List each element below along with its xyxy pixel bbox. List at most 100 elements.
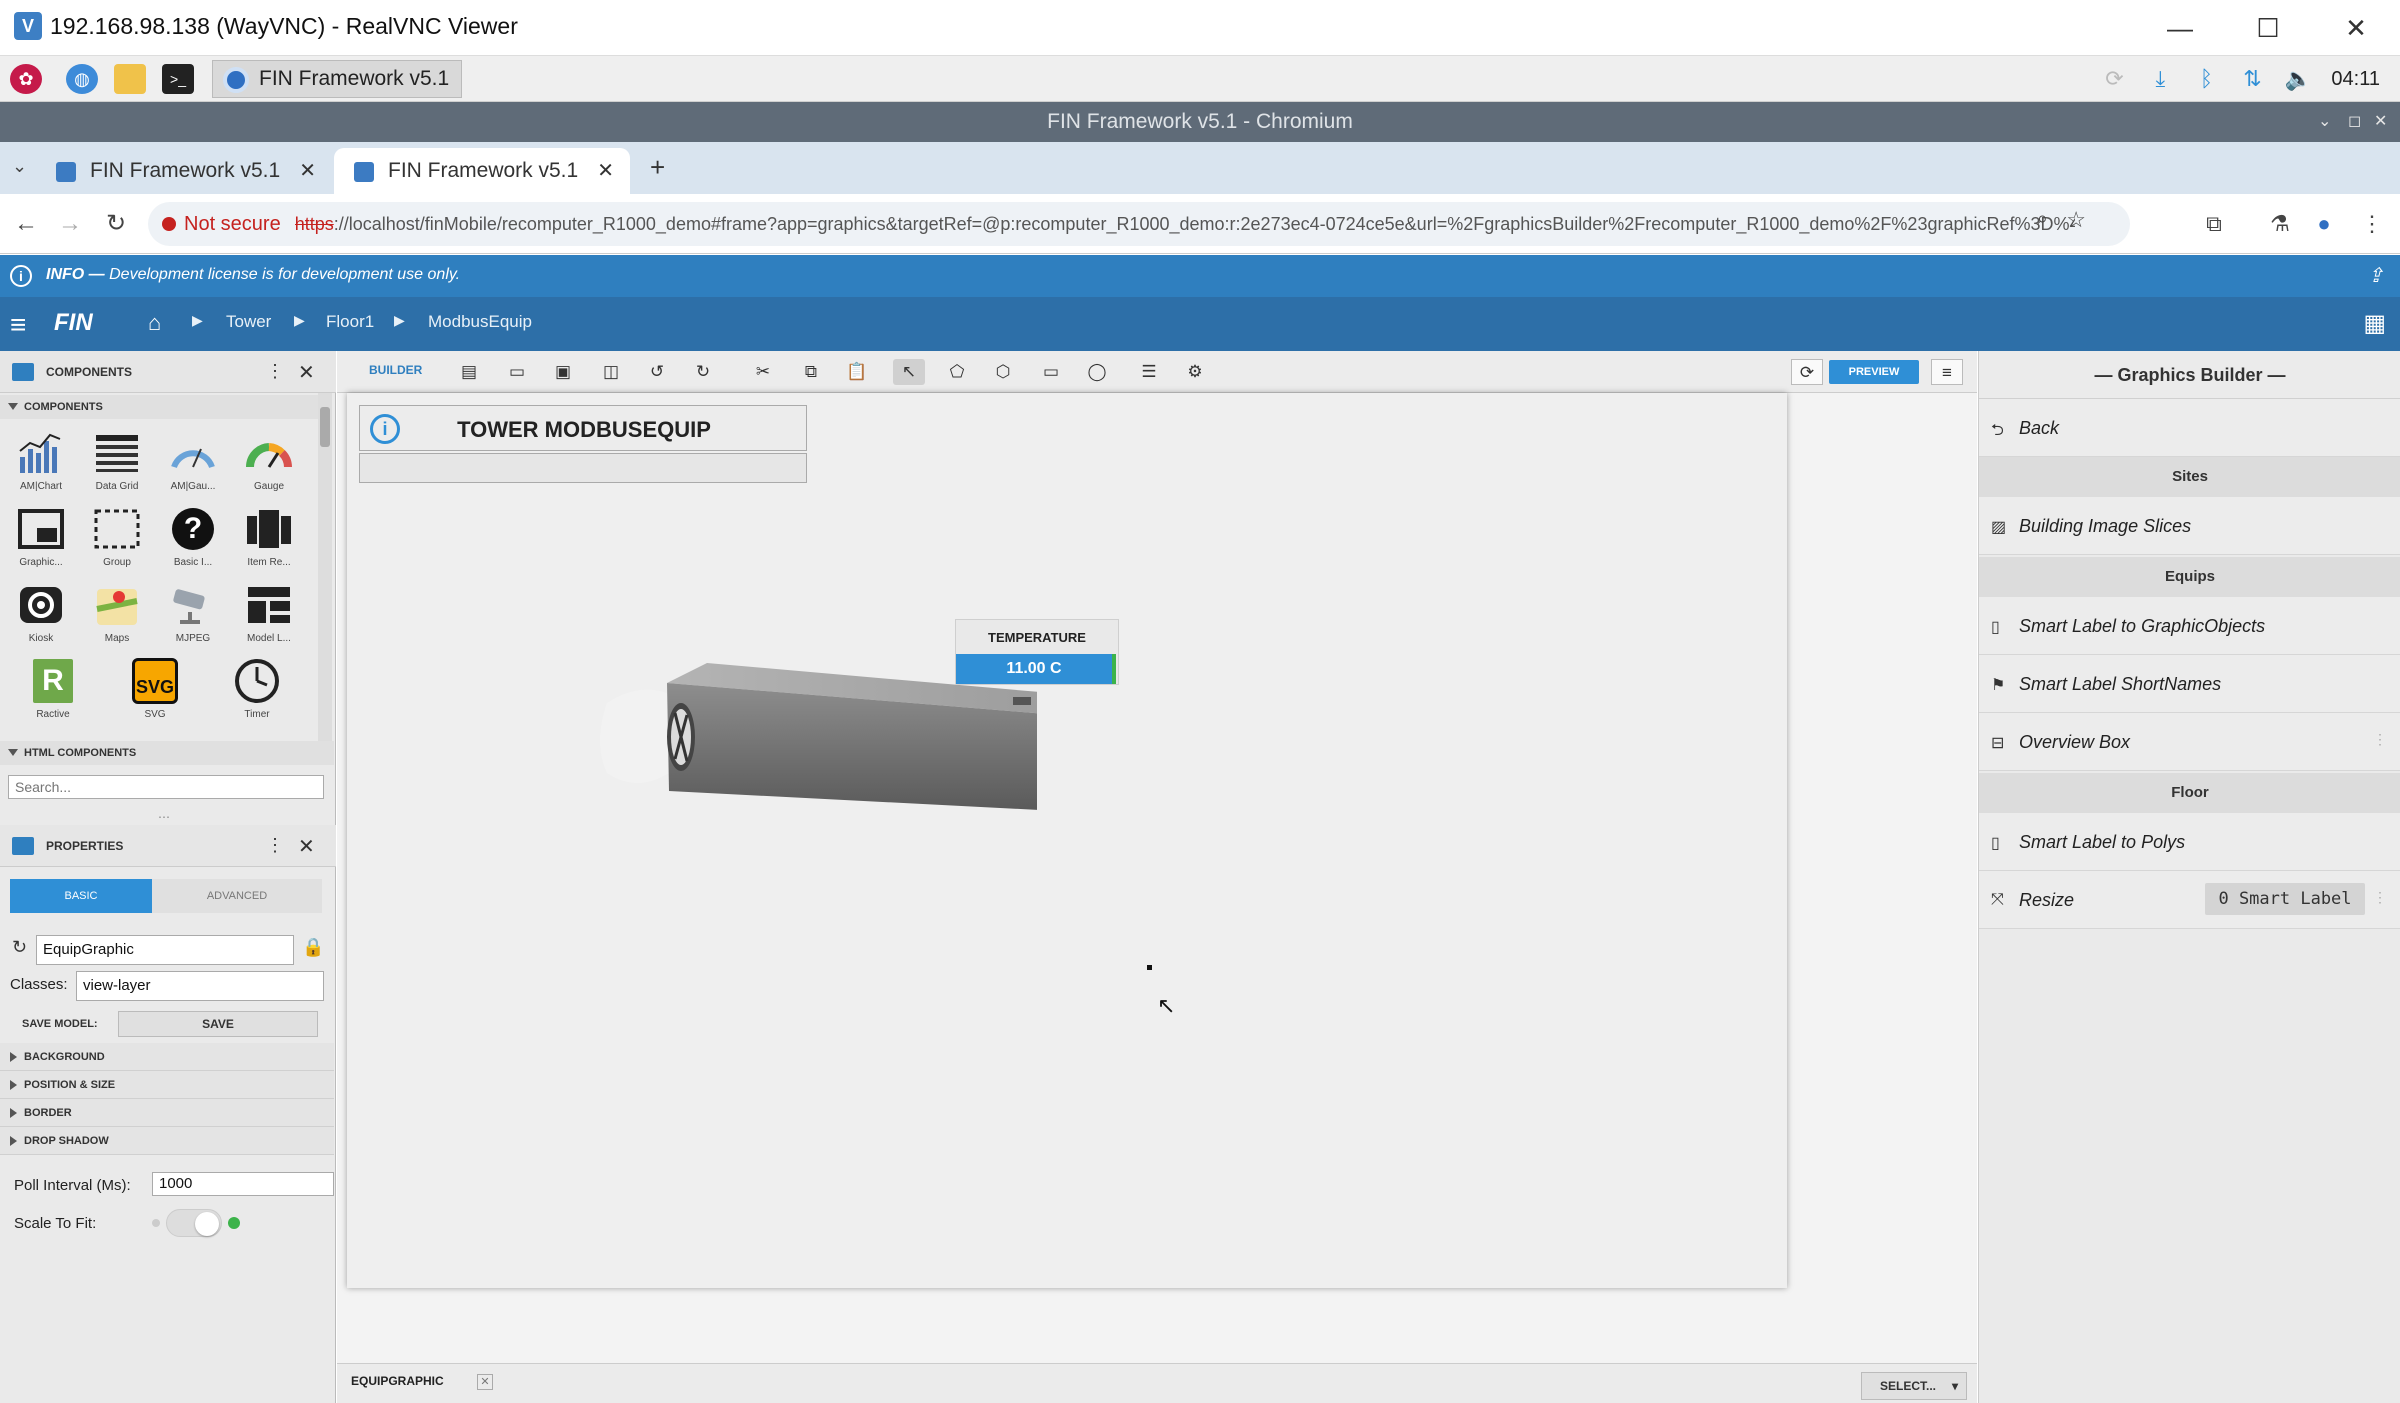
drag-handle-icon[interactable]: ⋮ xyxy=(2373,889,2387,906)
builder-menu-icon[interactable]: ≡ xyxy=(1931,359,1963,385)
component-maps[interactable]: Maps xyxy=(82,579,152,653)
browser-globe-icon[interactable]: ◍ xyxy=(66,64,98,94)
component-group[interactable]: Group xyxy=(82,503,152,577)
terminal-icon[interactable]: >_ xyxy=(162,64,194,94)
tab-search-chevron-icon[interactable]: ⌄ xyxy=(12,156,27,177)
select-dropdown[interactable]: SELECT... ▾ xyxy=(1861,1372,1967,1400)
circle-tool-icon[interactable]: ◯ xyxy=(1081,359,1113,385)
undo-icon[interactable]: ↺ xyxy=(641,359,673,385)
components-section-header[interactable]: COMPONENTS xyxy=(0,395,320,419)
close-tab-icon[interactable]: ✕ xyxy=(477,1374,493,1390)
equipgraphic-tab[interactable]: EQUIPGRAPHIC xyxy=(351,1374,444,1388)
app-grid-icon[interactable]: ▦ xyxy=(2363,309,2386,338)
breadcrumb-modbusequip[interactable]: ModbusEquip xyxy=(428,312,532,332)
browser-tab-1[interactable]: FIN Framework v5.1 ✕ xyxy=(36,148,332,194)
bluetooth-icon[interactable]: ᛒ xyxy=(2189,56,2223,102)
maximize-button[interactable]: ☐ xyxy=(2238,10,2298,46)
panel-close-icon[interactable]: ✕ xyxy=(298,360,315,385)
copy-icon[interactable]: ⧉ xyxy=(795,359,827,385)
component-mjpeg[interactable]: MJPEG xyxy=(158,579,228,653)
new-file-icon[interactable]: ▤ xyxy=(453,359,485,385)
open-folder-icon[interactable]: ▭ xyxy=(501,359,533,385)
polygon-tool-icon[interactable]: ⬠ xyxy=(941,359,973,385)
back-arrow-icon[interactable]: ← xyxy=(8,206,44,242)
refresh-preview-icon[interactable]: ⟳ xyxy=(1791,359,1823,385)
reload-icon[interactable]: ↻ xyxy=(98,206,134,242)
new-tab-icon[interactable]: + xyxy=(650,152,665,183)
smart-label-graphicobjects-item[interactable]: ▯ Smart Label to GraphicObjects xyxy=(1979,597,2400,655)
url-text[interactable]: https://localhost/finMobile/recomputer_R… xyxy=(295,214,2075,235)
lock-icon[interactable]: 🔒 xyxy=(302,937,324,958)
not-secure-indicator[interactable]: Not secure xyxy=(162,213,281,236)
zoom-icon[interactable]: ⌕ xyxy=(2037,208,2048,231)
section-position-size[interactable]: POSITION & SIZE xyxy=(0,1071,334,1099)
breadcrumb-tower[interactable]: Tower xyxy=(226,312,271,332)
section-border[interactable]: BORDER xyxy=(0,1099,334,1127)
component-amchart[interactable]: AM|Chart xyxy=(6,427,76,501)
section-background[interactable]: BACKGROUND xyxy=(0,1043,334,1071)
browser-menu-icon[interactable]: ⋮ xyxy=(2354,206,2390,242)
refresh-icon[interactable]: ↻ xyxy=(12,937,27,958)
component-item-repeater[interactable]: Item Re... xyxy=(234,503,304,577)
address-bar[interactable]: Not secure https://localhost/finMobile/r… xyxy=(148,202,2130,246)
breadcrumb-floor1[interactable]: Floor1 xyxy=(326,312,374,332)
tab-basic[interactable]: BASIC xyxy=(10,879,152,913)
fin-logo[interactable]: FIN xyxy=(54,309,124,337)
bookmark-star-icon[interactable]: ☆ xyxy=(2066,207,2086,233)
paste-icon[interactable]: 📋 xyxy=(841,359,873,385)
equip-header-box[interactable]: i TOWER MODBUSEQUIP xyxy=(359,405,807,451)
building-image-slices-item[interactable]: ▨ Building Image Slices xyxy=(1979,497,2400,555)
panel-close-icon[interactable]: ✕ xyxy=(298,834,315,859)
component-basic-input[interactable]: ? Basic I... xyxy=(158,503,228,577)
drag-handle-icon[interactable]: ⋮ xyxy=(2373,731,2387,748)
extensions-icon[interactable]: ⧉ xyxy=(2196,206,2232,242)
minimize-button[interactable]: — xyxy=(2150,10,2210,46)
panel-more-icon[interactable]: ⋮ xyxy=(266,361,284,382)
raspberry-menu-icon[interactable]: ✿ xyxy=(10,64,42,94)
home-icon[interactable]: ⌂ xyxy=(148,310,161,336)
resize-item[interactable]: ⤧ Resize 0 Smart Label ⋮ xyxy=(1979,871,2400,929)
rectangle-tool-icon[interactable]: ▭ xyxy=(1035,359,1067,385)
scrollbar-thumb[interactable] xyxy=(320,407,330,447)
name-field[interactable]: EquipGraphic xyxy=(36,935,294,965)
component-amgauge[interactable]: AM|Gau... xyxy=(158,427,228,501)
component-timer[interactable]: Timer xyxy=(222,655,292,729)
hamburger-menu-icon[interactable]: ≡ xyxy=(10,309,26,341)
volume-icon[interactable]: 🔈 xyxy=(2281,56,2315,102)
component-model-layout[interactable]: Model L... xyxy=(234,579,304,653)
preview-button[interactable]: PREVIEW xyxy=(1829,360,1919,384)
html-components-section-header[interactable]: HTML COMPONENTS xyxy=(0,741,334,765)
download-icon[interactable]: ⤓ xyxy=(2143,56,2177,102)
panel-resize-handle[interactable]: ⋯ xyxy=(158,810,170,824)
temperature-smart-label[interactable]: TEMPERATURE 11.00 C xyxy=(955,619,1119,685)
chromium-minimize-icon[interactable]: ⌄ xyxy=(2318,102,2331,142)
select-pointer-icon[interactable]: ↖ xyxy=(893,359,925,385)
save-button[interactable]: SAVE xyxy=(118,1011,318,1037)
browser-tab-2-active[interactable]: FIN Framework v5.1 ✕ xyxy=(334,148,630,194)
component-kiosk[interactable]: Kiosk xyxy=(6,579,76,653)
section-drop-shadow[interactable]: DROP SHADOW xyxy=(0,1127,334,1155)
chromium-maximize-icon[interactable]: ◻ xyxy=(2348,102,2361,142)
components-scrollbar[interactable] xyxy=(318,393,332,753)
file-manager-icon[interactable] xyxy=(114,64,146,94)
cut-icon[interactable]: ✂ xyxy=(747,359,779,385)
component-svg[interactable]: SVG SVG xyxy=(120,655,190,729)
component-search-input[interactable] xyxy=(8,775,324,799)
redo-icon[interactable]: ↻ xyxy=(687,359,719,385)
sync-icon[interactable]: ⟳ xyxy=(2097,56,2131,102)
close-button[interactable]: ✕ xyxy=(2326,10,2386,46)
smart-label-shortnames-item[interactable]: ⚑ Smart Label ShortNames xyxy=(1979,655,2400,713)
labs-flask-icon[interactable]: ⚗ xyxy=(2262,206,2298,242)
component-graphic[interactable]: Graphic... xyxy=(6,503,76,577)
shape-tool-icon[interactable]: ⬡ xyxy=(987,359,1019,385)
chromium-close-icon[interactable]: ✕ xyxy=(2374,102,2387,142)
share-icon[interactable]: ⇪ xyxy=(2367,263,2384,288)
tab-close-icon[interactable]: ✕ xyxy=(597,148,614,194)
poll-interval-input[interactable]: 1000 xyxy=(152,1172,334,1196)
component-gauge[interactable]: Gauge xyxy=(234,427,304,501)
tab-advanced[interactable]: ADVANCED xyxy=(152,879,322,913)
overview-box-item[interactable]: ⊟ Overview Box ⋮ xyxy=(1979,713,2400,771)
component-data-grid[interactable]: Data Grid xyxy=(82,427,152,501)
scale-to-fit-toggle[interactable] xyxy=(166,1209,222,1237)
classes-field[interactable]: view-layer xyxy=(76,971,324,1001)
